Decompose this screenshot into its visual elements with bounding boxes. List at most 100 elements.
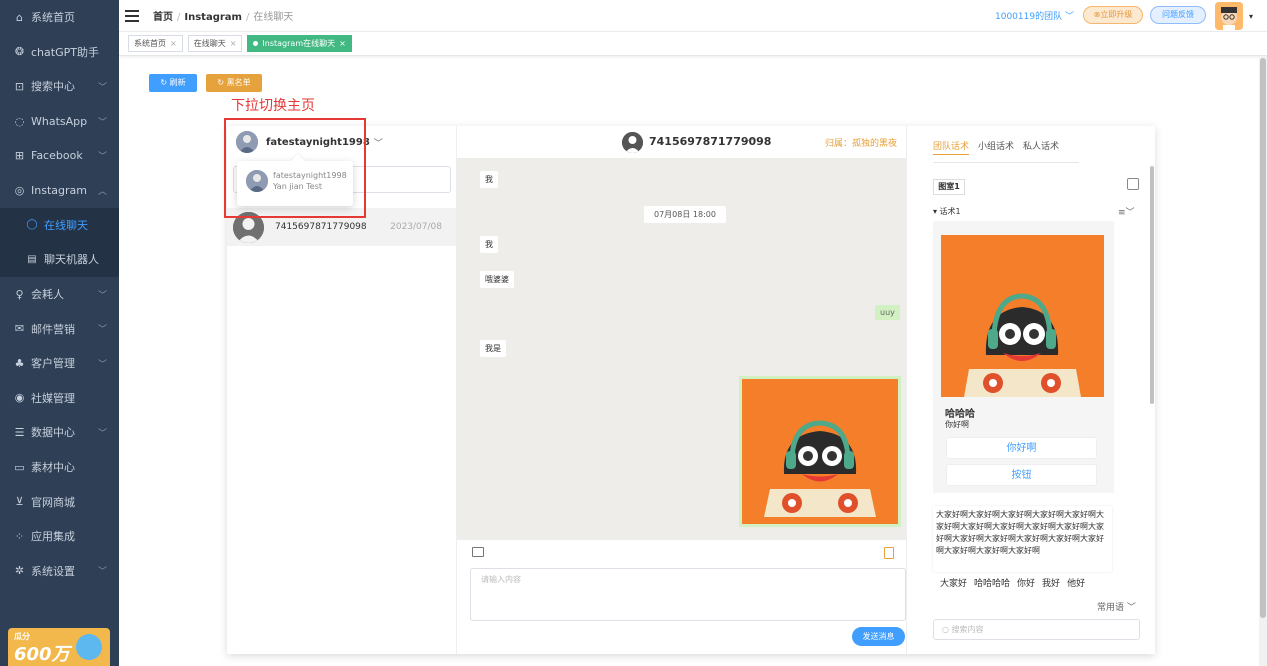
instagram-icon: ◎ [14,183,25,197]
chat-header: 7415697871779098 ﹀ 归属：孤独的黑夜 [457,126,906,158]
script-card[interactable]: 哈哈哈 你好啊 你好啊 按钮 [933,221,1114,493]
promo-amount: 600万 [14,644,70,665]
highlight-box [224,118,366,218]
sidebar-subitem-label: 聊天机器人 [44,253,99,267]
user-avatar[interactable] [1215,2,1243,30]
database-icon: ☰ [14,425,25,439]
menu-toggle-icon[interactable] [125,9,139,22]
sidebar-item-label: 系统设置 [31,564,75,578]
sidebar-item[interactable]: ⊡ 搜索中心 ﹀ [0,69,119,104]
tab-private-scripts[interactable]: 私人话术 [1023,139,1059,155]
chevron-icon: ﹀ [97,325,107,336]
send-button[interactable]: 发送消息 [852,627,905,646]
sidebar-item[interactable]: ✉ 邮件营销 ﹀ [0,311,119,346]
cart-icon: ⊻ [15,495,24,509]
refresh-button[interactable]: ↻ 刷新 [149,74,197,92]
message-bubble: 我是 [480,340,506,357]
phrase-item[interactable]: 哈哈哈哈 [974,576,1010,589]
tab-group-scripts[interactable]: 小组话术 [978,139,1014,155]
phrase-item[interactable]: 我好 [1042,576,1060,589]
card-subtitle: 你好啊 [945,420,969,429]
sidebar-item[interactable]: ♀ 会耗人 ﹀ [0,277,119,312]
script-long-text[interactable]: 大家好啊大家好啊大家好啊大家好啊大家好啊大家好啊大家好啊大家好啊大家好啊大家好啊… [933,506,1112,572]
card-action-button[interactable]: 按钮 [946,464,1097,486]
time-divider: 07月08日 18:00 [644,206,726,223]
sidebar-subitem-chatbot[interactable]: ▤ 聊天机器人 [0,242,119,277]
sidebar-item[interactable]: ◉ 社媒管理 [0,381,119,416]
message-input[interactable]: 请输入内容 [470,568,906,621]
template-doc-icon[interactable] [884,547,894,559]
mail-icon: ✉ [14,322,25,336]
card-title: 哈哈哈 [945,409,975,420]
tag-online-chat[interactable]: 在线聊天 × [187,35,243,52]
sidebar-item[interactable]: ▭ 素材中心 [0,450,119,485]
sidebar-item[interactable]: ✲ 系统设置 ﹀ [0,554,119,589]
breadcrumb: 首页 / Instagram / 在线聊天 [153,12,294,23]
sidebar-item[interactable]: ⁘ 应用集成 [0,519,119,554]
app-root: ⌂ 系统首页 ❂ chatGPT助手 ⊡ 搜索中心 ﹀ ◌ WhatsApp ﹀ ⊞ Facebook… [0,0,1267,666]
chevron-icon: ﹀ [97,567,107,578]
conversation-date: 2023/07/08 [390,222,442,232]
message-bubble: 我 [480,171,498,188]
sidebar-item[interactable]: ⊻ 官网商城 [0,484,119,519]
tab-team-scripts[interactable]: 团队话术 [933,139,970,155]
chevron-icon: ﹀ [97,152,107,163]
card-reply-button[interactable]: 你好啊 [946,437,1097,459]
sidebar-item[interactable]: ☰ 数据中心 ﹀ [0,415,119,450]
script-section-header[interactable]: ▾ 话术1 [933,206,961,217]
team-selector[interactable]: 1000119的团队 ﹀ [995,9,1074,22]
blacklist-button[interactable]: ↻ 黑名单 [206,74,262,92]
category-button[interactable]: 图室1 [933,179,965,195]
script-column: 团队话术 小组话术 私人话术 图室1 ▾ 话术1 ≡﹀ 哈哈哈 你好啊 你好啊 … [906,126,1155,654]
facebook-icon: ⊞ [14,149,25,163]
list-view-icon[interactable] [1127,178,1139,190]
common-phrases-toggle[interactable]: 常用语 ﹀ [1097,600,1136,613]
sidebar-item-label: 系统首页 [31,11,75,25]
close-icon[interactable]: × [230,39,237,48]
annotation-text: 下拉切换主页 [231,98,315,114]
breadcrumb-instagram[interactable]: Instagram [184,12,242,23]
upgrade-button[interactable]: ⊗立即升级 [1083,6,1143,24]
sidebar-item-label: 搜索中心 [31,80,75,94]
phrase-item[interactable]: 他好 [1067,576,1085,589]
search-box-icon: ⊡ [14,79,25,93]
phrase-item[interactable]: 大家好 [940,576,967,589]
script-scrollbar[interactable] [1150,166,1154,404]
image-message[interactable] [739,376,901,527]
chevron-down-icon[interactable]: ﹀ [745,136,754,149]
sidebar-subitem-online-chat[interactable]: ◯ 在线聊天 [0,207,119,243]
image-upload-icon[interactable] [472,547,484,557]
chat-column: 7415697871779098 ﹀ 归属：孤独的黑夜 我 07月08日 18:… [457,126,906,654]
sidebar-item[interactable]: ⌂ 系统首页 [0,0,119,35]
page-scrollbar[interactable] [1259,56,1267,666]
bulb-icon: ♀ [15,287,24,301]
feedback-button[interactable]: 问题反馈 [1150,6,1206,24]
sidebar-item[interactable]: ⊞ Facebook ﹀ [0,138,119,173]
script-search-input[interactable]: ○ 搜索内容 [933,619,1140,640]
sidebar-item[interactable]: ◌ WhatsApp ﹀ [0,104,119,139]
close-icon[interactable]: × [339,39,346,48]
sidebar-item[interactable]: ❂ chatGPT助手 [0,35,119,70]
promo-banner[interactable]: 瓜分 600万 [8,628,110,666]
section-menu-icon[interactable]: ≡﹀ [1118,205,1135,218]
chat-messages: 我 07月08日 18:00 我 哦婆婆 uuy 我是 [457,158,906,539]
avatar-caret-icon[interactable]: ▾ [1249,12,1253,21]
social-icon: ◉ [14,391,25,405]
sidebar-item-label: 会耗人 [31,288,64,302]
whatsapp-icon: ◌ [14,114,25,128]
card-image [941,235,1104,397]
tag-home[interactable]: 系统首页 × [128,35,183,52]
close-icon[interactable]: × [170,39,177,48]
sidebar-item[interactable]: ♣ 客户管理 ﹀ [0,346,119,381]
chat-panel: fatestaynight1998 ﹀ 7415697871779098 202… [227,126,1155,654]
chevron-down-icon: ﹀ [373,138,383,149]
sidebar-item-label: Facebook [31,149,83,163]
sidebar-item-label: 数据中心 [31,426,75,440]
openai-icon: ❂ [14,45,25,59]
breadcrumb-home[interactable]: 首页 [153,12,173,23]
chevron-icon: ﹀ [97,82,107,93]
sidebar-item[interactable]: ◎ Instagram ︿ [0,173,119,208]
phrase-item[interactable]: 你好 [1017,576,1035,589]
sidebar-item-label: 素材中心 [31,461,75,475]
tag-instagram-chat[interactable]: Instagram在线聊天 × [247,35,352,52]
